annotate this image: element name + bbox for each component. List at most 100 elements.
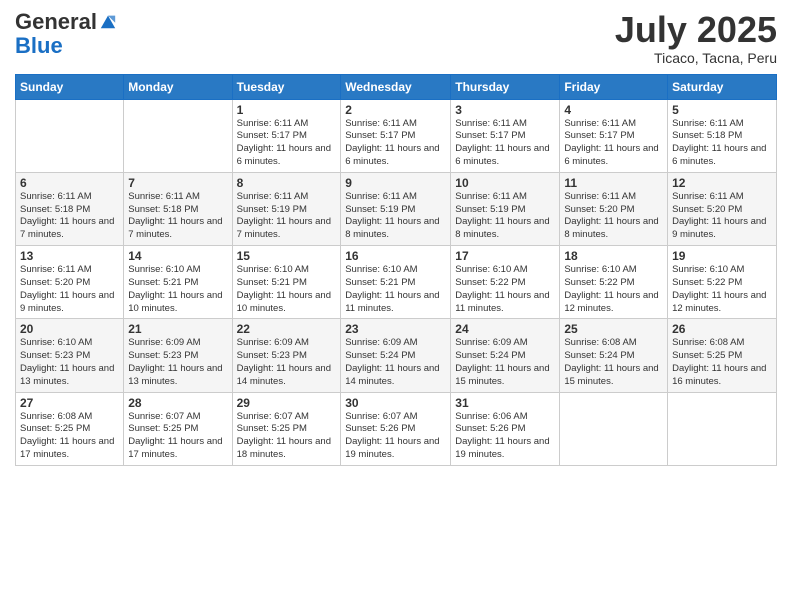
day-number: 22	[237, 322, 337, 336]
header-row: SundayMondayTuesdayWednesdayThursdayFrid…	[16, 74, 777, 99]
day-number: 5	[672, 103, 772, 117]
day-cell: 8Sunrise: 6:11 AMSunset: 5:19 PMDaylight…	[232, 172, 341, 245]
day-info: Sunrise: 6:07 AMSunset: 5:25 PMDaylight:…	[237, 411, 337, 462]
day-number: 26	[672, 322, 772, 336]
day-info: Sunrise: 6:11 AMSunset: 5:19 PMDaylight:…	[237, 191, 337, 242]
day-info: Sunrise: 6:11 AMSunset: 5:19 PMDaylight:…	[455, 191, 555, 242]
day-cell: 13Sunrise: 6:11 AMSunset: 5:20 PMDayligh…	[16, 246, 124, 319]
day-info: Sunrise: 6:09 AMSunset: 5:24 PMDaylight:…	[345, 337, 446, 388]
day-number: 3	[455, 103, 555, 117]
day-number: 4	[564, 103, 663, 117]
day-info: Sunrise: 6:09 AMSunset: 5:23 PMDaylight:…	[237, 337, 337, 388]
day-number: 24	[455, 322, 555, 336]
header-cell-wednesday: Wednesday	[341, 74, 451, 99]
day-info: Sunrise: 6:10 AMSunset: 5:21 PMDaylight:…	[128, 264, 227, 315]
day-cell: 30Sunrise: 6:07 AMSunset: 5:26 PMDayligh…	[341, 392, 451, 465]
day-info: Sunrise: 6:10 AMSunset: 5:21 PMDaylight:…	[345, 264, 446, 315]
day-number: 28	[128, 396, 227, 410]
day-cell: 16Sunrise: 6:10 AMSunset: 5:21 PMDayligh…	[341, 246, 451, 319]
header: General Blue July 2025 Ticaco, Tacna, Pe…	[15, 10, 777, 66]
calendar-page: General Blue July 2025 Ticaco, Tacna, Pe…	[0, 0, 792, 612]
header-cell-friday: Friday	[560, 74, 668, 99]
day-info: Sunrise: 6:08 AMSunset: 5:24 PMDaylight:…	[564, 337, 663, 388]
day-cell: 17Sunrise: 6:10 AMSunset: 5:22 PMDayligh…	[451, 246, 560, 319]
day-info: Sunrise: 6:08 AMSunset: 5:25 PMDaylight:…	[672, 337, 772, 388]
day-cell: 20Sunrise: 6:10 AMSunset: 5:23 PMDayligh…	[16, 319, 124, 392]
day-info: Sunrise: 6:06 AMSunset: 5:26 PMDaylight:…	[455, 411, 555, 462]
day-cell: 29Sunrise: 6:07 AMSunset: 5:25 PMDayligh…	[232, 392, 341, 465]
day-cell: 26Sunrise: 6:08 AMSunset: 5:25 PMDayligh…	[668, 319, 777, 392]
day-cell: 23Sunrise: 6:09 AMSunset: 5:24 PMDayligh…	[341, 319, 451, 392]
day-info: Sunrise: 6:11 AMSunset: 5:20 PMDaylight:…	[564, 191, 663, 242]
day-number: 30	[345, 396, 446, 410]
day-info: Sunrise: 6:11 AMSunset: 5:20 PMDaylight:…	[20, 264, 119, 315]
day-info: Sunrise: 6:10 AMSunset: 5:22 PMDaylight:…	[672, 264, 772, 315]
day-cell: 10Sunrise: 6:11 AMSunset: 5:19 PMDayligh…	[451, 172, 560, 245]
day-cell: 15Sunrise: 6:10 AMSunset: 5:21 PMDayligh…	[232, 246, 341, 319]
day-number: 1	[237, 103, 337, 117]
header-cell-saturday: Saturday	[668, 74, 777, 99]
calendar-table: SundayMondayTuesdayWednesdayThursdayFrid…	[15, 74, 777, 466]
day-info: Sunrise: 6:11 AMSunset: 5:18 PMDaylight:…	[128, 191, 227, 242]
day-number: 21	[128, 322, 227, 336]
day-info: Sunrise: 6:11 AMSunset: 5:17 PMDaylight:…	[237, 118, 337, 169]
day-info: Sunrise: 6:10 AMSunset: 5:23 PMDaylight:…	[20, 337, 119, 388]
day-number: 11	[564, 176, 663, 190]
day-info: Sunrise: 6:09 AMSunset: 5:24 PMDaylight:…	[455, 337, 555, 388]
day-info: Sunrise: 6:11 AMSunset: 5:20 PMDaylight:…	[672, 191, 772, 242]
week-row-5: 27Sunrise: 6:08 AMSunset: 5:25 PMDayligh…	[16, 392, 777, 465]
header-cell-monday: Monday	[124, 74, 232, 99]
day-cell: 22Sunrise: 6:09 AMSunset: 5:23 PMDayligh…	[232, 319, 341, 392]
day-number: 12	[672, 176, 772, 190]
logo-general: General	[15, 10, 97, 34]
day-number: 2	[345, 103, 446, 117]
week-row-3: 13Sunrise: 6:11 AMSunset: 5:20 PMDayligh…	[16, 246, 777, 319]
title-block: July 2025 Ticaco, Tacna, Peru	[615, 10, 777, 66]
day-number: 29	[237, 396, 337, 410]
day-cell: 28Sunrise: 6:07 AMSunset: 5:25 PMDayligh…	[124, 392, 232, 465]
day-cell: 11Sunrise: 6:11 AMSunset: 5:20 PMDayligh…	[560, 172, 668, 245]
day-number: 14	[128, 249, 227, 263]
day-info: Sunrise: 6:11 AMSunset: 5:17 PMDaylight:…	[455, 118, 555, 169]
day-info: Sunrise: 6:10 AMSunset: 5:22 PMDaylight:…	[455, 264, 555, 315]
day-number: 23	[345, 322, 446, 336]
day-cell: 4Sunrise: 6:11 AMSunset: 5:17 PMDaylight…	[560, 99, 668, 172]
day-cell: 31Sunrise: 6:06 AMSunset: 5:26 PMDayligh…	[451, 392, 560, 465]
day-info: Sunrise: 6:11 AMSunset: 5:18 PMDaylight:…	[20, 191, 119, 242]
day-cell	[124, 99, 232, 172]
week-row-1: 1Sunrise: 6:11 AMSunset: 5:17 PMDaylight…	[16, 99, 777, 172]
day-cell: 14Sunrise: 6:10 AMSunset: 5:21 PMDayligh…	[124, 246, 232, 319]
day-cell: 7Sunrise: 6:11 AMSunset: 5:18 PMDaylight…	[124, 172, 232, 245]
day-number: 19	[672, 249, 772, 263]
day-number: 18	[564, 249, 663, 263]
day-number: 8	[237, 176, 337, 190]
day-cell: 5Sunrise: 6:11 AMSunset: 5:18 PMDaylight…	[668, 99, 777, 172]
header-cell-thursday: Thursday	[451, 74, 560, 99]
day-cell: 2Sunrise: 6:11 AMSunset: 5:17 PMDaylight…	[341, 99, 451, 172]
day-info: Sunrise: 6:07 AMSunset: 5:25 PMDaylight:…	[128, 411, 227, 462]
day-info: Sunrise: 6:11 AMSunset: 5:18 PMDaylight:…	[672, 118, 772, 169]
day-info: Sunrise: 6:07 AMSunset: 5:26 PMDaylight:…	[345, 411, 446, 462]
day-number: 16	[345, 249, 446, 263]
day-info: Sunrise: 6:11 AMSunset: 5:19 PMDaylight:…	[345, 191, 446, 242]
header-cell-sunday: Sunday	[16, 74, 124, 99]
month-title: July 2025	[615, 10, 777, 50]
day-number: 13	[20, 249, 119, 263]
week-row-4: 20Sunrise: 6:10 AMSunset: 5:23 PMDayligh…	[16, 319, 777, 392]
day-cell: 21Sunrise: 6:09 AMSunset: 5:23 PMDayligh…	[124, 319, 232, 392]
day-cell: 9Sunrise: 6:11 AMSunset: 5:19 PMDaylight…	[341, 172, 451, 245]
day-number: 9	[345, 176, 446, 190]
location: Ticaco, Tacna, Peru	[615, 50, 777, 66]
day-cell	[16, 99, 124, 172]
logo-icon	[99, 12, 117, 30]
day-number: 31	[455, 396, 555, 410]
day-number: 20	[20, 322, 119, 336]
day-number: 27	[20, 396, 119, 410]
day-number: 7	[128, 176, 227, 190]
day-info: Sunrise: 6:11 AMSunset: 5:17 PMDaylight:…	[345, 118, 446, 169]
day-cell: 3Sunrise: 6:11 AMSunset: 5:17 PMDaylight…	[451, 99, 560, 172]
day-cell	[560, 392, 668, 465]
day-cell: 6Sunrise: 6:11 AMSunset: 5:18 PMDaylight…	[16, 172, 124, 245]
day-number: 6	[20, 176, 119, 190]
day-cell: 18Sunrise: 6:10 AMSunset: 5:22 PMDayligh…	[560, 246, 668, 319]
